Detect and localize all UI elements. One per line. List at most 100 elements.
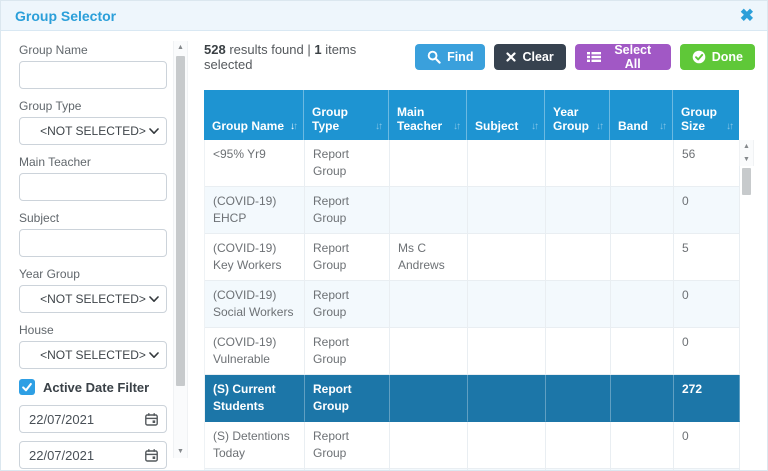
results-toolbar: 528 results found | 1 items selected Fin…: [204, 43, 755, 71]
chevron-down-icon: [149, 128, 159, 135]
table-cell: 0: [674, 187, 740, 234]
active-date-filter-checkbox[interactable]: [19, 379, 35, 395]
table-row[interactable]: (COVID-19) Key WorkersReport GroupMs C A…: [205, 234, 739, 281]
house-select[interactable]: <NOT SELECTED>: [19, 341, 167, 369]
group-name-input[interactable]: [19, 61, 167, 89]
table-row[interactable]: (COVID-19) VulnerableReport Group0: [205, 328, 739, 375]
date-from-field[interactable]: 22/07/2021: [19, 405, 167, 433]
table-cell: 5: [674, 234, 740, 281]
sort-icon: ↓↑: [531, 121, 539, 133]
scroll-down-icon[interactable]: ▼: [177, 445, 184, 458]
table-cell: [468, 140, 546, 187]
table-cell: Report Group: [305, 234, 390, 281]
sidebar-scrollbar[interactable]: ▲ ▼: [173, 41, 188, 458]
dialog-title: Group Selector: [15, 8, 116, 24]
table-row[interactable]: (S) Detentions TomorrowReport Group0: [205, 469, 739, 470]
filter-sidebar: Group Name Group Type <NOT SELECTED> Main T…: [1, 31, 173, 470]
column-header-group-size[interactable]: Group Size↓↑: [673, 90, 739, 140]
results-table: Group Name↓↑Group Type↓↑Main Teacher↓↑Su…: [204, 90, 755, 470]
year-group-select[interactable]: <NOT SELECTED>: [19, 285, 167, 313]
table-cell: 0: [674, 281, 740, 328]
table-row[interactable]: (S) Detentions TodayReport Group0: [205, 422, 739, 469]
date-to-value: 22/07/2021: [29, 448, 94, 463]
subject-input[interactable]: [19, 229, 167, 257]
table-cell: [546, 328, 611, 375]
group-name-label: Group Name: [19, 43, 167, 57]
clear-button[interactable]: Clear: [494, 44, 565, 70]
table-cell: <95% Yr9: [205, 140, 305, 187]
table-cell: (S) Current Students: [205, 375, 305, 422]
column-header-group-type[interactable]: Group Type↓↑: [304, 90, 389, 140]
table-cell: [390, 281, 468, 328]
chevron-down-icon: [149, 352, 159, 359]
scrollbar-thumb[interactable]: [176, 56, 185, 386]
table-cell: [390, 187, 468, 234]
active-date-filter-row[interactable]: Active Date Filter: [19, 379, 167, 395]
table-cell: [546, 234, 611, 281]
scrollbar-thumb[interactable]: [742, 168, 751, 195]
group-type-select[interactable]: <NOT SELECTED>: [19, 117, 167, 145]
column-header-band[interactable]: Band↓↑: [610, 90, 673, 140]
table-cell: [611, 375, 674, 422]
table-row[interactable]: (S) Current StudentsReport Group272: [205, 375, 739, 422]
date-to-field[interactable]: 22/07/2021: [19, 441, 167, 469]
column-header-main-teacher[interactable]: Main Teacher↓↑: [389, 90, 467, 140]
table-cell: 56: [674, 140, 740, 187]
select-all-button[interactable]: Select All: [575, 44, 671, 70]
scroll-up-icon[interactable]: ▲: [743, 140, 750, 153]
sort-icon: ↓↑: [375, 121, 383, 133]
dialog-header: Group Selector ✖: [1, 1, 767, 31]
selected-count: 1: [314, 42, 321, 57]
table-cell: (COVID-19) Key Workers: [205, 234, 305, 281]
results-panel: 528 results found | 1 items selected Fin…: [188, 31, 767, 470]
calendar-icon[interactable]: [144, 412, 159, 427]
table-cell: 0: [674, 422, 740, 469]
sort-icon: ↓↑: [453, 121, 461, 133]
table-row[interactable]: (COVID-19) EHCPReport Group0: [205, 187, 739, 234]
find-button[interactable]: Find: [415, 44, 485, 70]
table-cell: (COVID-19) Vulnerable: [205, 328, 305, 375]
table-row[interactable]: <95% Yr9Report Group56: [205, 140, 739, 187]
table-cell: [611, 234, 674, 281]
table-cell: [390, 328, 468, 375]
table-row[interactable]: (COVID-19) Social WorkersReport Group0: [205, 281, 739, 328]
table-cell: [546, 469, 611, 470]
group-type-label: Group Type: [19, 99, 167, 113]
group-name-group: Group Name: [19, 43, 167, 89]
house-label: House: [19, 323, 167, 337]
table-scrollbar[interactable]: ▲ ▼: [739, 140, 754, 166]
table-cell: [390, 375, 468, 422]
close-icon[interactable]: ✖: [740, 7, 754, 24]
table-cell: Report Group: [305, 422, 390, 469]
sort-icon: ↓↑: [290, 121, 298, 133]
table-cell: (COVID-19) Social Workers: [205, 281, 305, 328]
date-from-value: 22/07/2021: [29, 412, 94, 427]
table-cell: [546, 375, 611, 422]
column-header-subject[interactable]: Subject↓↑: [467, 90, 545, 140]
sort-icon: ↓↑: [659, 121, 667, 133]
group-type-group: Group Type <NOT SELECTED>: [19, 99, 167, 145]
table-cell: [468, 281, 546, 328]
column-header-year-group[interactable]: Year Group↓↑: [545, 90, 610, 140]
table-cell: [468, 328, 546, 375]
table-cell: Ms C Andrews: [390, 234, 468, 281]
table-cell: Report Group: [305, 469, 390, 470]
group-selector-dialog: Group Selector ✖ Group Name Group Type <NO…: [0, 0, 768, 471]
table-cell: [546, 281, 611, 328]
scroll-down-icon[interactable]: ▼: [743, 153, 750, 166]
table-cell: [468, 375, 546, 422]
search-icon: [427, 50, 441, 64]
main-teacher-group: Main Teacher: [19, 155, 167, 201]
table-cell: [546, 187, 611, 234]
column-header-group-name[interactable]: Group Name↓↑: [204, 90, 304, 140]
main-teacher-input[interactable]: [19, 173, 167, 201]
table-cell: (COVID-19) EHCP: [205, 187, 305, 234]
table-cell: [546, 422, 611, 469]
table-cell: Report Group: [305, 328, 390, 375]
calendar-icon[interactable]: [144, 448, 159, 463]
scroll-up-icon[interactable]: ▲: [177, 41, 184, 54]
active-date-filter-label: Active Date Filter: [43, 380, 149, 395]
table-cell: [611, 187, 674, 234]
year-group-label: Year Group: [19, 267, 167, 281]
done-button[interactable]: Done: [680, 44, 755, 70]
